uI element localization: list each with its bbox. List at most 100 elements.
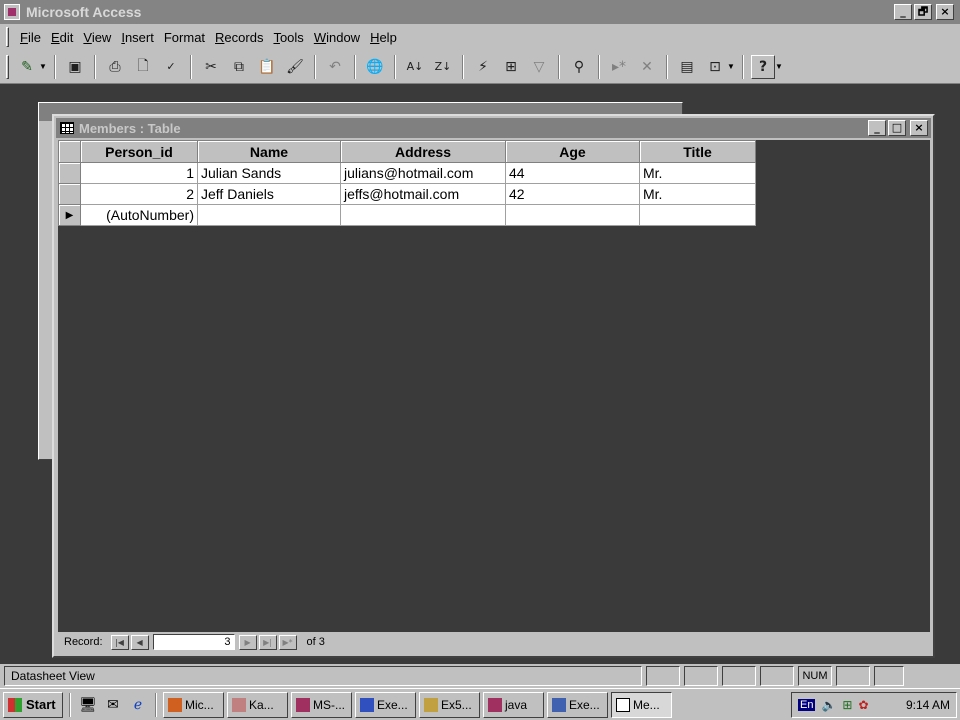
cell-age-new[interactable]	[505, 204, 640, 226]
filter-by-form-icon[interactable]: ⊞	[499, 55, 523, 79]
copy-icon[interactable]: ⧉	[227, 55, 251, 79]
toolbar: ✎ ▼ ▣ ⎙ 🗋 ✓ ✂ ⧉ 📋 🖌 ↶ 🌐 A↓ Z↓ ⚡ ⊞ ▽ ⚲ ▸*…	[0, 50, 960, 84]
cell-person-id[interactable]: 1	[80, 162, 198, 184]
task-button-ka[interactable]: Ka...	[227, 691, 288, 718]
new-record-nav-icon[interactable]: ▶*	[278, 634, 297, 650]
column-header-name[interactable]: Name	[197, 140, 341, 163]
toolbar-grip[interactable]	[6, 54, 9, 79]
cell-title[interactable]: Mr.	[639, 162, 756, 184]
cell-age[interactable]: 42	[505, 183, 640, 205]
new-record-icon[interactable]: ▸*	[607, 55, 631, 79]
apply-filter-icon[interactable]: ▽	[527, 55, 551, 79]
cut-icon[interactable]: ✂	[199, 55, 223, 79]
record-selector[interactable]	[58, 183, 81, 205]
menu-file[interactable]: File	[15, 30, 46, 45]
column-header-address[interactable]: Address	[340, 140, 506, 163]
select-all-corner[interactable]	[58, 140, 81, 163]
insert-hyperlink-icon[interactable]: 🌐	[363, 55, 387, 79]
app-close-button[interactable]: ×	[936, 4, 954, 20]
previous-record-icon[interactable]: ◀	[130, 634, 149, 650]
task-button-java[interactable]: java	[483, 691, 544, 718]
app-restore-button[interactable]: 🗗	[914, 4, 932, 20]
table-icon[interactable]	[60, 122, 74, 134]
status-bar: Datasheet View NUM	[0, 664, 960, 688]
toolbar-separator	[190, 54, 192, 79]
task-button-exe-1[interactable]: Exe...	[355, 691, 416, 718]
undo-icon[interactable]: ↶	[323, 55, 347, 79]
find-icon[interactable]: ⚲	[567, 55, 591, 79]
app-minimize-button[interactable]: _	[894, 4, 912, 20]
table-window-controls: _ □ ×	[868, 120, 928, 136]
volume-icon[interactable]: 🔈	[821, 698, 836, 712]
help-dropdown-icon[interactable]: ▼	[775, 62, 783, 71]
database-window-icon[interactable]: ▤	[675, 55, 699, 79]
view-dropdown-icon[interactable]: ▼	[39, 62, 47, 71]
first-record-icon[interactable]: |◀	[110, 634, 129, 650]
cell-address-new[interactable]	[340, 204, 506, 226]
menu-view[interactable]: View	[78, 30, 116, 45]
table-window-title-bar[interactable]: Members : Table _ □ ×	[56, 118, 931, 138]
menu-insert[interactable]: Insert	[116, 30, 159, 45]
record-number-input[interactable]: 3	[152, 634, 235, 650]
cell-person-id[interactable]: 2	[80, 183, 198, 205]
task-button-powerpoint[interactable]: Mic...	[163, 691, 224, 718]
filter-by-selection-icon[interactable]: ⚡	[471, 55, 495, 79]
toolbar-separator	[598, 54, 600, 79]
menu-window[interactable]: Window	[309, 30, 365, 45]
design-view-icon[interactable]: ✎	[15, 55, 39, 79]
start-button[interactable]: Start	[3, 691, 63, 718]
cell-address[interactable]: julians@hotmail.com	[340, 162, 506, 184]
cell-name[interactable]: Jeff Daniels	[197, 183, 341, 205]
task-button-ex5[interactable]: Ex5...	[419, 691, 480, 718]
task-button-members[interactable]: Me...	[611, 691, 672, 718]
next-record-icon[interactable]: ▶	[238, 634, 257, 650]
delete-record-icon[interactable]: ✕	[635, 55, 659, 79]
clock[interactable]: 9:14 AM	[906, 698, 950, 712]
print-icon[interactable]: ⎙	[103, 55, 127, 79]
record-selector[interactable]	[58, 162, 81, 184]
language-indicator[interactable]: En	[798, 698, 816, 711]
print-preview-icon[interactable]: 🗋	[131, 55, 155, 79]
menu-tools[interactable]: Tools	[268, 30, 308, 45]
menu-format[interactable]: Format	[159, 30, 210, 45]
save-icon[interactable]: ▣	[63, 55, 87, 79]
cell-address[interactable]: jeffs@hotmail.com	[340, 183, 506, 205]
current-record-indicator-icon[interactable]: ▶	[58, 204, 81, 226]
datasheet-grid-area[interactable]: Person_id Name Address Age Title 1 Julia…	[58, 140, 930, 635]
tray-app-icon[interactable]: ✿	[858, 698, 868, 712]
show-desktop-icon[interactable]: 🖥	[77, 694, 99, 716]
access-app-icon[interactable]	[4, 4, 20, 20]
cell-name[interactable]: Julian Sands	[197, 162, 341, 184]
task-button-msdos[interactable]: MS-...	[291, 691, 352, 718]
menu-help[interactable]: Help	[365, 30, 402, 45]
outlook-express-icon[interactable]: ✉	[102, 694, 124, 716]
table-close-button[interactable]: ×	[910, 120, 928, 136]
menu-records[interactable]: Records	[210, 30, 268, 45]
spelling-icon[interactable]: ✓	[159, 55, 183, 79]
new-object-dropdown-icon[interactable]: ▼	[727, 62, 735, 71]
table-minimize-button[interactable]: _	[868, 120, 886, 136]
paste-icon[interactable]: 📋	[255, 55, 279, 79]
cell-person-id-new[interactable]: (AutoNumber)	[80, 204, 198, 226]
task-button-exe-2[interactable]: Exe...	[547, 691, 608, 718]
cell-name-new[interactable]	[197, 204, 341, 226]
network-icon[interactable]: ⊞	[842, 698, 852, 712]
app-title-bar[interactable]: Microsoft Access _ 🗗 ×	[0, 0, 960, 24]
column-header-title[interactable]: Title	[639, 140, 756, 163]
column-header-person-id[interactable]: Person_id	[80, 140, 198, 163]
format-painter-icon[interactable]: 🖌	[283, 55, 307, 79]
column-header-age[interactable]: Age	[505, 140, 640, 163]
sort-descending-icon[interactable]: Z↓	[431, 55, 455, 79]
new-object-icon[interactable]: ⊡	[703, 55, 727, 79]
last-record-icon[interactable]: ▶|	[258, 634, 277, 650]
app-window-controls: _ 🗗 ×	[894, 4, 954, 20]
help-icon[interactable]: ?	[751, 54, 775, 79]
menu-edit[interactable]: Edit	[46, 30, 78, 45]
cell-age[interactable]: 44	[505, 162, 640, 184]
table-maximize-button[interactable]: □	[888, 120, 906, 136]
internet-explorer-icon[interactable]: ℯ	[127, 694, 149, 716]
cell-title[interactable]: Mr.	[639, 183, 756, 205]
menubar-grip[interactable]	[6, 27, 9, 47]
cell-title-new[interactable]	[639, 204, 756, 226]
sort-ascending-icon[interactable]: A↓	[403, 55, 427, 79]
